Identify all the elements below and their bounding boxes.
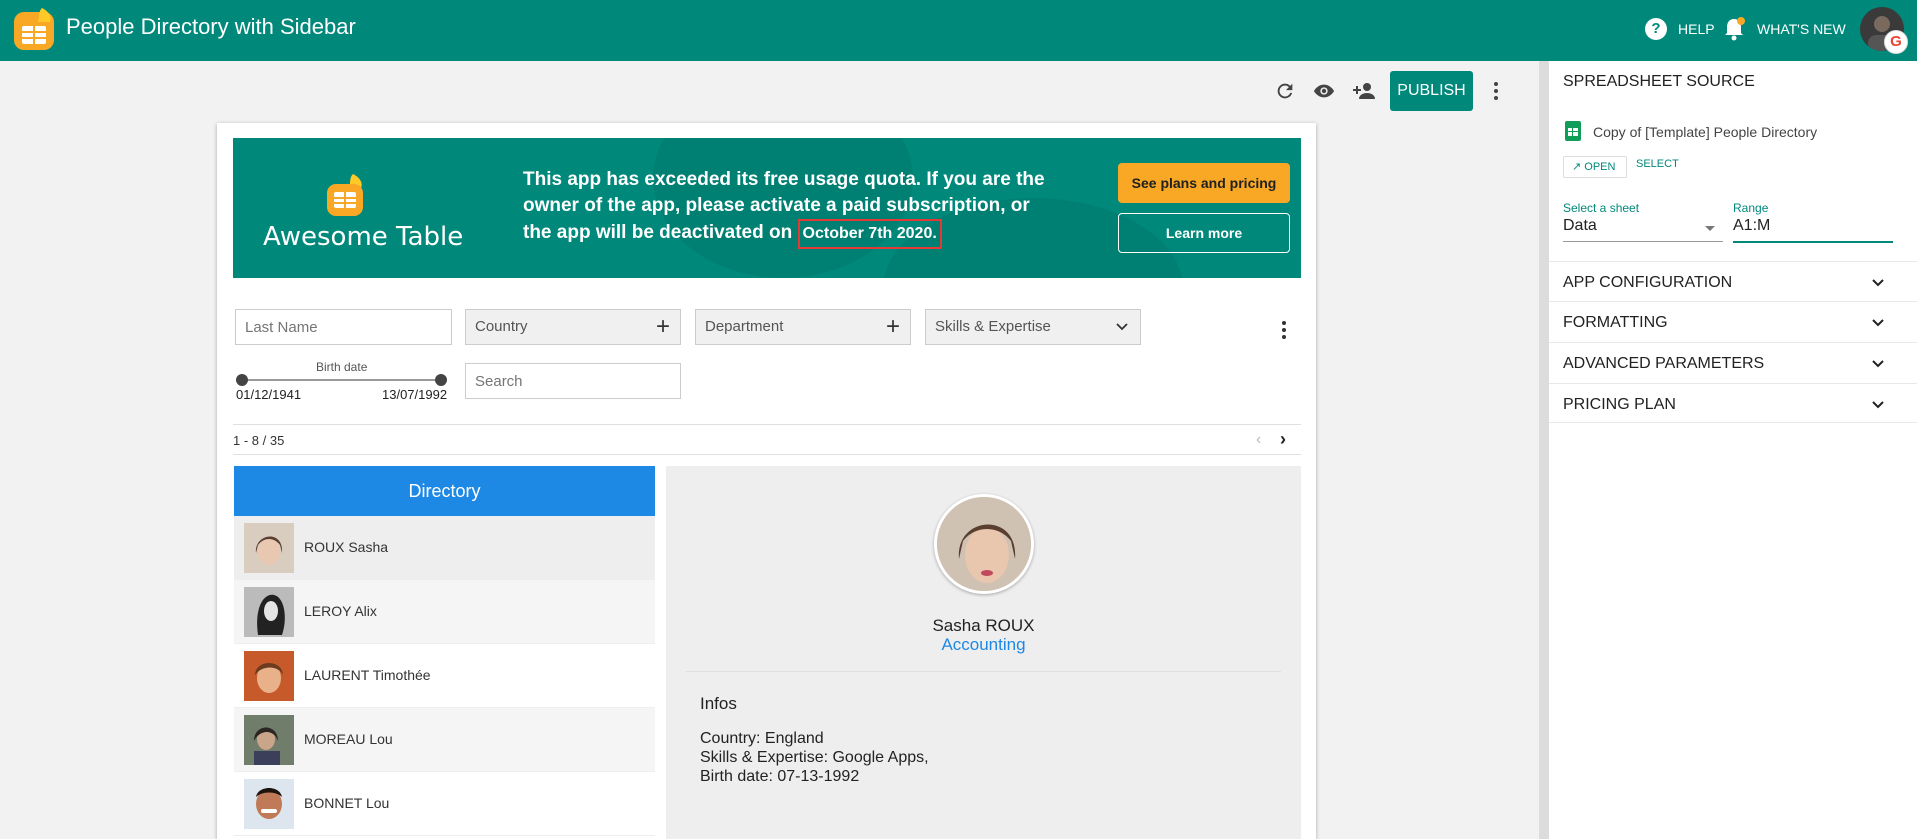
birth-date-slider-track[interactable] xyxy=(241,379,441,381)
directory-row[interactable]: LEROY Alix xyxy=(234,580,655,644)
select-sheet-label: Select a sheet xyxy=(1563,201,1640,215)
birth-date-min-value: 01/12/1941 xyxy=(236,387,302,402)
country-filter[interactable]: Country + xyxy=(465,309,681,345)
chevron-down-icon xyxy=(1872,360,1884,368)
person-photo xyxy=(244,587,294,637)
pricing-plan-section[interactable]: PRICING PLAN xyxy=(1549,383,1917,423)
section-label: ADVANCED PARAMETERS xyxy=(1563,355,1765,372)
birth-date-label: Birth date xyxy=(316,360,368,374)
department-filter-label: Department xyxy=(705,318,784,335)
skills-filter[interactable]: Skills & Expertise xyxy=(925,309,1141,345)
result-count: 1 - 8 / 35 xyxy=(233,433,285,448)
infos-heading: Infos xyxy=(700,694,737,713)
section-label: PRICING PLAN xyxy=(1563,396,1676,413)
dropdown-arrow-icon[interactable] xyxy=(1705,226,1715,231)
section-label: FORMATTING xyxy=(1563,314,1668,331)
search-input[interactable] xyxy=(465,363,681,399)
range-underline xyxy=(1733,241,1893,243)
refresh-icon[interactable] xyxy=(1274,80,1296,102)
whats-new-button[interactable]: WHAT'S NEW xyxy=(1757,21,1846,37)
filters-more-icon[interactable] xyxy=(1280,319,1288,341)
select-sheet-dropdown[interactable]: Data xyxy=(1563,217,1597,235)
app-title: People Directory with Sidebar xyxy=(66,14,356,39)
chevron-down-icon xyxy=(1872,279,1884,287)
chevron-down-icon xyxy=(1872,401,1884,409)
info-country: Country: England xyxy=(700,730,824,747)
settings-sidebar: SPREADSHEET SOURCE Copy of [Template] Pe… xyxy=(1549,61,1917,839)
birth-date-min-handle[interactable] xyxy=(236,374,248,386)
info-birth-date: Birth date: 07-13-1992 xyxy=(700,768,860,785)
deactivation-date: October 7th 2020. xyxy=(797,219,942,249)
skills-filter-label: Skills & Expertise xyxy=(935,318,1051,335)
formatting-section[interactable]: FORMATTING xyxy=(1549,301,1917,341)
divider xyxy=(233,454,1301,455)
divider xyxy=(233,424,1301,425)
last-name-filter[interactable] xyxy=(235,309,452,345)
person-photo xyxy=(244,523,294,573)
help-icon[interactable]: ? xyxy=(1645,18,1667,40)
more-options-icon[interactable] xyxy=(1490,80,1502,102)
open-external-icon: ↗ xyxy=(1572,161,1582,173)
learn-more-button[interactable]: Learn more xyxy=(1118,213,1290,253)
share-add-person-icon[interactable] xyxy=(1352,80,1378,102)
spreadsheet-source-title: SPREADSHEET SOURCE xyxy=(1563,73,1755,90)
google-account-badge-icon: G xyxy=(1884,30,1908,54)
quota-message: This app has exceeded its free usage quo… xyxy=(523,167,1053,249)
app-header: People Directory with Sidebar xyxy=(0,0,1917,61)
person-name: LEROY Alix xyxy=(304,603,377,619)
birth-date-max-handle[interactable] xyxy=(435,374,447,386)
directory-row[interactable]: BONNET Lou xyxy=(234,772,655,836)
person-name: ROUX Sasha xyxy=(304,539,389,555)
person-name: BONNET Lou xyxy=(304,795,390,811)
quota-banner: Awesome Table This app has exceeded its … xyxy=(233,138,1301,278)
range-input[interactable]: A1:M xyxy=(1733,217,1770,235)
help-button[interactable]: HELP xyxy=(1678,21,1715,37)
spreadsheet-name: Copy of [Template] People Directory xyxy=(1593,124,1818,140)
app-configuration-section[interactable]: APP CONFIGURATION xyxy=(1549,261,1917,301)
next-page-icon[interactable]: › xyxy=(1280,429,1286,450)
notification-bell-icon[interactable] xyxy=(1722,16,1746,42)
awesome-table-brand: Awesome Table xyxy=(263,222,464,252)
range-label: Range xyxy=(1733,201,1769,215)
country-filter-label: Country xyxy=(475,318,528,335)
app-preview: Awesome Table This app has exceeded its … xyxy=(217,123,1316,839)
chevron-down-icon xyxy=(1116,323,1128,331)
section-label: APP CONFIGURATION xyxy=(1563,274,1733,291)
publish-button[interactable]: PUBLISH xyxy=(1390,71,1473,111)
person-photo xyxy=(244,651,294,701)
awesome-table-logo-icon xyxy=(327,174,363,216)
open-label: OPEN xyxy=(1584,161,1616,173)
google-sheets-icon xyxy=(1565,121,1581,141)
directory-row[interactable]: ROUX Sasha xyxy=(234,516,655,580)
person-photo xyxy=(244,779,294,829)
department-filter[interactable]: Department + xyxy=(695,309,911,345)
select-sheet-underline xyxy=(1563,241,1723,242)
preview-eye-icon[interactable] xyxy=(1313,80,1335,102)
person-name: MOREAU Lou xyxy=(304,731,393,747)
advanced-parameters-section[interactable]: ADVANCED PARAMETERS xyxy=(1549,342,1917,382)
directory-row[interactable]: MOREAU Lou xyxy=(234,708,655,772)
directory-row[interactable]: LAURENT Timothée xyxy=(234,644,655,708)
detail-department: Accounting xyxy=(941,635,1026,654)
detail-photo xyxy=(934,494,1034,594)
info-skills: Skills & Expertise: Google Apps, xyxy=(700,749,929,766)
add-icon: + xyxy=(655,313,670,340)
see-plans-button[interactable]: See plans and pricing xyxy=(1118,163,1290,203)
add-icon: + xyxy=(885,313,900,340)
open-spreadsheet-button[interactable]: ↗ OPEN xyxy=(1563,156,1627,178)
quota-message-text: This app has exceeded its free usage quo… xyxy=(523,169,1045,243)
awesome-table-logo-icon[interactable] xyxy=(12,6,58,52)
previous-page-icon[interactable]: ‹ xyxy=(1256,431,1261,449)
chevron-down-icon xyxy=(1872,319,1884,327)
detail-person-name: Sasha ROUX xyxy=(932,616,1035,635)
person-detail-panel: Sasha ROUX Accounting Infos Country: Eng… xyxy=(666,466,1301,839)
directory-header: Directory xyxy=(234,466,655,516)
person-photo xyxy=(244,715,294,765)
select-spreadsheet-button[interactable]: SELECT xyxy=(1636,158,1679,170)
canvas-scrollbar[interactable] xyxy=(1539,61,1549,839)
person-name: LAURENT Timothée xyxy=(304,667,431,683)
birth-date-max-value: 13/07/1992 xyxy=(382,387,448,402)
divider xyxy=(686,671,1281,672)
